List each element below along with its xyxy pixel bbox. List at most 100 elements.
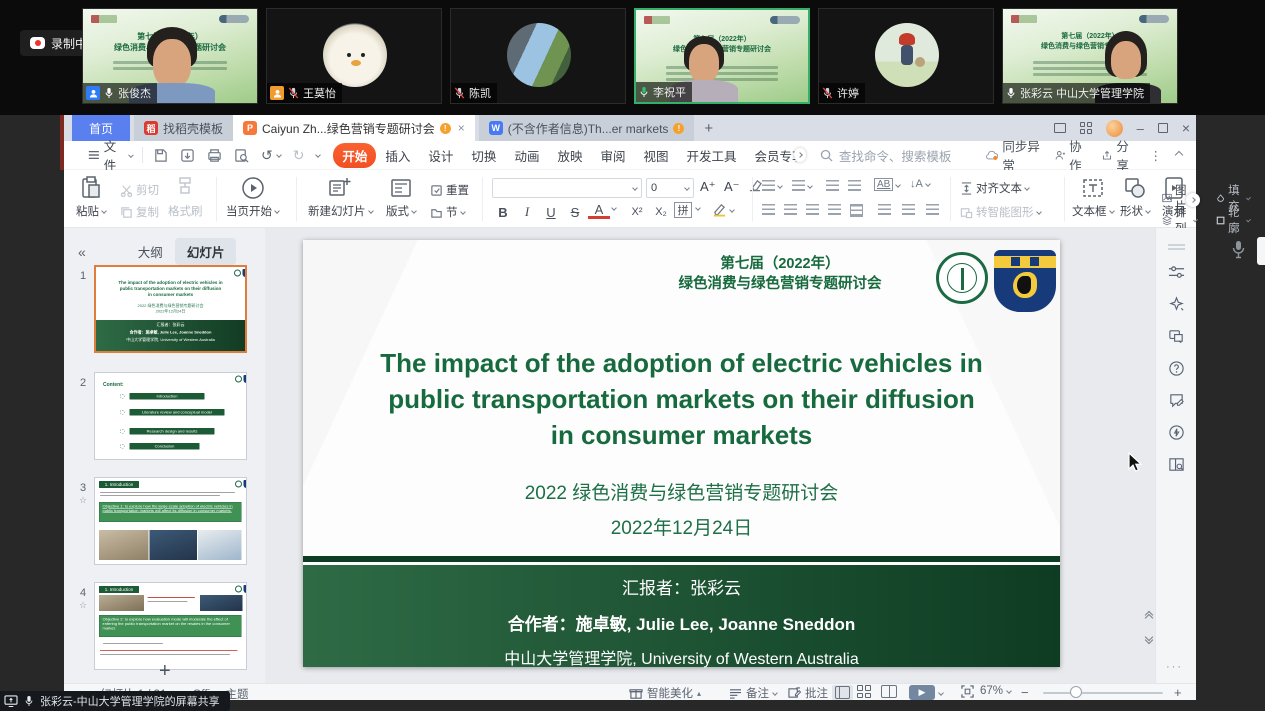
participant-tile[interactable]: 王莫怡 <box>266 8 442 104</box>
slide-thumbnail-4[interactable]: 1. Introduction Objective 2: to explore … <box>94 582 247 670</box>
participant-tile[interactable]: 陈凯 <box>450 8 626 104</box>
justify-icon[interactable] <box>828 204 841 215</box>
increase-font-icon[interactable]: A⁺ <box>700 179 716 195</box>
quickbar-more-icon[interactable] <box>310 153 326 157</box>
text-direction-button[interactable]: ↓A <box>910 178 930 190</box>
layout-button[interactable]: 版式 <box>386 176 416 219</box>
reset-button[interactable]: 重置 <box>430 182 469 198</box>
para-spacing-above-icon[interactable] <box>902 204 915 215</box>
font-size-select[interactable]: 0 <box>646 178 694 198</box>
strikethrough-button[interactable]: S <box>564 202 586 222</box>
font-family-select[interactable] <box>492 178 642 198</box>
paste-button[interactable]: 粘贴 <box>76 176 106 219</box>
smart-graphic-button[interactable]: 转智能图形 <box>960 204 1041 220</box>
file-menu[interactable]: 文件 <box>82 136 138 174</box>
section-button[interactable]: 节 <box>430 204 465 220</box>
text-box-button[interactable]: 文本框 <box>1072 176 1114 219</box>
apps-grid-icon[interactable] <box>1080 122 1092 134</box>
member-expand-icon[interactable] <box>794 148 806 162</box>
ribbon-tab-insert[interactable]: 插入 <box>376 143 419 168</box>
drag-handle[interactable] <box>1168 244 1185 246</box>
zoom-slider-track[interactable] <box>1043 692 1163 694</box>
maximize-button[interactable] <box>1158 123 1168 133</box>
new-slide-button[interactable]: 新建幻灯片 <box>308 176 373 219</box>
fit-slide-button[interactable] <box>961 685 974 698</box>
tab-outline[interactable]: 大纲 <box>126 238 175 265</box>
participant-tile[interactable]: 许婷 <box>818 8 994 104</box>
distribute-icon[interactable] <box>850 204 863 217</box>
superscript-button[interactable]: X² <box>626 202 648 222</box>
zoom-in-button[interactable]: + <box>1174 685 1182 700</box>
line-spacing-icon[interactable] <box>878 204 891 215</box>
ribbon-tab-transition[interactable]: 切换 <box>462 143 505 168</box>
participant-tile[interactable]: 第七届（2022年） 绿色消费与绿色营销专题研讨会 张俊杰 <box>82 8 258 104</box>
next-slide-scroll-button[interactable] <box>1143 634 1155 643</box>
tab-document-word[interactable]: W (不含作者信息)Th...er markets ! <box>479 115 695 141</box>
italic-button[interactable]: I <box>516 202 538 222</box>
toolbar-expand-icon[interactable] <box>1186 193 1200 207</box>
help-icon[interactable] <box>1168 360 1185 377</box>
ribbon-tab-review[interactable]: 审阅 <box>591 143 634 168</box>
collapse-ribbon-icon[interactable] <box>1170 152 1188 158</box>
notes-edit-icon[interactable] <box>1168 392 1185 409</box>
meeting-mic-icon[interactable] <box>1231 240 1246 259</box>
align-right-icon[interactable] <box>806 204 819 215</box>
layout-mode-icon[interactable] <box>1054 123 1066 133</box>
ribbon-tab-view[interactable]: 视图 <box>634 143 677 168</box>
bold-button[interactable]: B <box>492 202 514 222</box>
sync-status[interactable]: 同步异常 <box>980 136 1047 174</box>
zoom-slider-knob[interactable] <box>1070 686 1082 698</box>
increase-indent-icon[interactable] <box>848 180 861 191</box>
slide-1[interactable]: 第七届（2022年） 绿色消费与绿色营销专题研讨会 The impact of … <box>303 240 1060 667</box>
align-center-icon[interactable] <box>784 204 797 215</box>
rail-more-icon[interactable]: ··· <box>1166 661 1183 673</box>
properties-icon[interactable] <box>1168 264 1185 281</box>
more-menu-icon[interactable]: ⋮ <box>1144 148 1169 163</box>
mirror-display-icon[interactable] <box>1168 328 1185 345</box>
zoom-level[interactable]: 67% <box>980 685 1011 697</box>
screen-share-indicator[interactable]: 张彩云-中山大学管理学院的屏幕共享 <box>0 691 230 711</box>
play-from-current-button[interactable]: 当页开始 <box>226 176 279 219</box>
bullets-button[interactable] <box>762 180 782 191</box>
reading-view-button[interactable] <box>881 685 897 698</box>
ribbon-tab-devtools[interactable]: 开发工具 <box>678 143 746 168</box>
slideshow-play-button[interactable]: ▶ <box>909 685 943 700</box>
font-color-dropdown[interactable] <box>612 206 616 210</box>
clear-format-icon[interactable] <box>748 179 762 192</box>
format-painter-button[interactable]: 格式刷 <box>168 176 203 219</box>
close-window-button[interactable]: × <box>1182 120 1190 136</box>
undo-button[interactable]: ↺ <box>255 147 287 164</box>
para-spacing-below-icon[interactable] <box>926 204 939 215</box>
font-color-button[interactable]: A <box>588 202 610 219</box>
comments-button[interactable]: 批注 <box>788 685 828 701</box>
participant-tile[interactable]: 第七届（2022年） 绿色消费与绿色营销专题研讨会 张彩云 中山大学管理学院 <box>1002 8 1178 104</box>
share-button[interactable]: 分享 <box>1096 136 1141 174</box>
quick-tools-icon[interactable] <box>1168 424 1185 441</box>
print-preview-icon[interactable] <box>228 148 255 163</box>
align-text-button[interactable]: 对齐文本 <box>960 180 1029 196</box>
shapes-button[interactable]: 形状 <box>1120 176 1150 219</box>
tab-template-store[interactable]: 稻 找稻壳模板 <box>134 115 233 141</box>
ribbon-tab-slideshow[interactable]: 放映 <box>548 143 591 168</box>
collaborate-button[interactable]: 协作 <box>1049 136 1094 174</box>
align-left-icon[interactable] <box>762 204 775 215</box>
slide-thumbnail-1[interactable]: The impact of the adoption of electric v… <box>94 265 247 353</box>
outline-button[interactable]: 轮廓 <box>1216 204 1251 236</box>
ribbon-tab-animation[interactable]: 动画 <box>505 143 548 168</box>
slide-sorter-view-button[interactable] <box>857 685 871 698</box>
slide-thumbnail-3[interactable]: 1. Introduction Objective 1: to explore … <box>94 477 247 565</box>
print-icon[interactable] <box>201 148 228 163</box>
decrease-font-icon[interactable]: A⁻ <box>724 179 740 195</box>
participant-tile-active-speaker[interactable]: 第七届（2022年） 绿色消费与绿色营销专题研讨会 李祝平 <box>634 8 810 104</box>
command-search[interactable]: 查找命令、搜索模板 <box>820 146 980 165</box>
cut-button[interactable]: 剪切 <box>120 182 159 198</box>
present-button[interactable]: 演示 <box>1162 176 1185 219</box>
highlight-button[interactable] <box>712 203 734 217</box>
close-tab-icon[interactable]: × <box>458 121 465 135</box>
tab-document-presentation[interactable]: P Caiyun Zh...绿色营销专题研讨会 ! × <box>233 115 475 141</box>
ribbon-tab-home[interactable]: 开始 <box>333 143 376 168</box>
subscript-button[interactable]: X₂ <box>650 202 672 222</box>
slide-thumbnail-2[interactable]: Content: Introduction Literature review … <box>94 372 247 460</box>
ribbon-tab-design[interactable]: 设计 <box>419 143 462 168</box>
ribbon-tab-member[interactable]: 会员专享 <box>746 143 798 168</box>
